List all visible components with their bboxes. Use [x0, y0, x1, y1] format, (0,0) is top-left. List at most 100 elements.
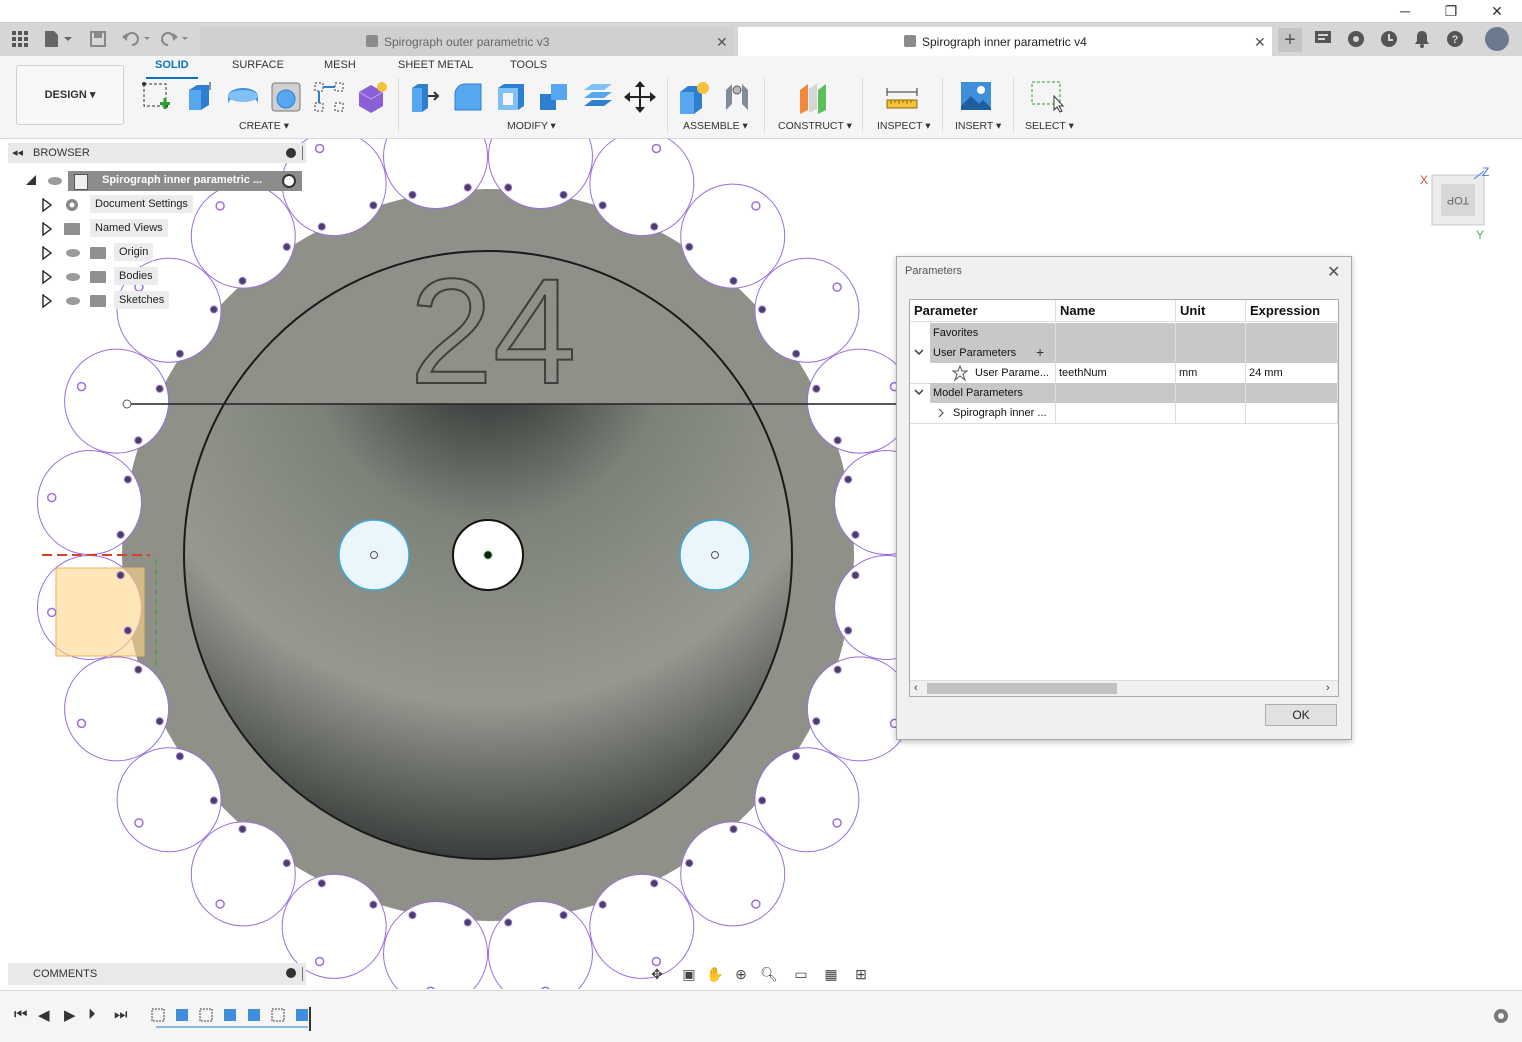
favorite-star-icon[interactable] [951, 364, 969, 384]
revolve-icon[interactable] [226, 80, 260, 114]
insert-canvas-icon[interactable] [959, 80, 993, 114]
close-dialog-icon[interactable]: ✕ [1327, 262, 1340, 282]
scrollbar-thumb[interactable] [927, 683, 1117, 694]
visibility-eye-icon[interactable] [66, 249, 80, 257]
tab-sheet-metal[interactable]: SHEET METAL [398, 59, 473, 71]
panel-grip-icon[interactable] [302, 146, 303, 160]
offset-plane-icon[interactable] [796, 80, 830, 114]
tooth-vertex-point[interactable] [175, 349, 184, 358]
table-row-model-component[interactable]: Spirograph inner ... [910, 403, 1338, 424]
tooth-vertex-point[interactable] [238, 825, 247, 834]
maximize-button[interactable]: ❐ [1428, 0, 1474, 22]
tooth-vertex-point[interactable] [792, 752, 801, 761]
sketch-center-point[interactable] [76, 381, 87, 392]
sketch-center-point[interactable] [134, 818, 144, 828]
hole-left[interactable] [338, 519, 410, 591]
tooth-vertex-point[interactable] [408, 190, 417, 199]
panel-grip-icon[interactable] [302, 967, 303, 981]
tooth-vertex-point[interactable] [123, 475, 132, 484]
history-clock-icon[interactable] [1379, 30, 1399, 50]
panel-pin-icon[interactable] [286, 148, 296, 158]
tooth-vertex-point[interactable] [123, 626, 132, 635]
tooth-vertex-point[interactable] [155, 384, 164, 393]
close-window-button[interactable]: ✕ [1474, 0, 1520, 22]
browser-root-item[interactable]: Spirograph inner parametric ... [68, 171, 302, 191]
display-settings-icon[interactable]: ▭ [790, 966, 812, 984]
tooth-vertex-point[interactable] [758, 796, 767, 805]
play-icon[interactable]: ▶︎ [64, 1006, 76, 1024]
workspace-switcher-button[interactable]: DESIGN ▾ [16, 65, 124, 125]
sketch-center-point[interactable] [47, 607, 57, 618]
tooth-vertex-point[interactable] [812, 384, 821, 393]
sketch-center-point[interactable] [215, 899, 225, 909]
tooth-vertex-point[interactable] [369, 201, 378, 210]
fillet-icon[interactable] [451, 80, 485, 114]
ok-button[interactable]: OK [1265, 704, 1337, 726]
tooth-vertex-point[interactable] [729, 825, 738, 834]
browser-item-bodies[interactable]: Bodies [114, 267, 158, 285]
tab-mesh[interactable]: MESH [324, 59, 356, 71]
tooth-vertex-point[interactable] [685, 242, 694, 251]
grid-settings-icon[interactable]: ▦ [820, 966, 842, 984]
add-comment-icon[interactable] [286, 968, 296, 978]
activate-radio[interactable] [282, 174, 296, 188]
close-tab-icon[interactable]: ✕ [716, 27, 728, 57]
sweep-icon[interactable] [269, 80, 303, 114]
new-component-icon[interactable] [677, 80, 711, 114]
tooth-vertex-point[interactable] [758, 305, 767, 314]
shell-icon[interactable] [494, 80, 528, 114]
tooth-vertex-point[interactable] [851, 530, 860, 539]
sketch-center-point[interactable] [314, 143, 325, 154]
column-header-parameter[interactable]: Parameter [910, 300, 1056, 322]
sketch-center-point[interactable] [832, 282, 842, 292]
tooth-vertex-point[interactable] [175, 752, 184, 761]
root-collapse-icon[interactable] [24, 174, 38, 189]
move-copy-icon[interactable] [623, 80, 657, 114]
tooth-vertex-point[interactable] [598, 201, 607, 210]
tooth-vertex-point[interactable] [317, 879, 326, 888]
modify-menu[interactable]: MODIFY ▾ [507, 120, 556, 132]
chevron-right-icon[interactable] [936, 407, 946, 421]
tooth-vertex-point[interactable] [650, 879, 659, 888]
pan-hand-icon[interactable]: ✋ [704, 966, 726, 984]
sketch-center-point[interactable] [76, 718, 87, 729]
column-header-name[interactable]: Name [1056, 300, 1176, 322]
column-header-unit[interactable]: Unit [1176, 300, 1246, 322]
tooth-vertex-point[interactable] [116, 571, 125, 580]
measure-icon[interactable] [885, 80, 919, 114]
tooth-vertex-point[interactable] [134, 665, 143, 674]
redo-icon[interactable] [160, 31, 190, 52]
tooth-vertex-point[interactable] [792, 349, 801, 358]
go-to-start-icon[interactable]: ⏮ [14, 1006, 28, 1023]
comments-header[interactable]: COMMENTS [8, 963, 306, 985]
insert-menu[interactable]: INSERT ▾ [955, 120, 1001, 132]
expand-arrow-icon[interactable] [42, 221, 53, 239]
inspect-menu[interactable]: INSPECT ▾ [877, 120, 931, 132]
origin-point[interactable] [483, 550, 493, 560]
table-row-favorites[interactable]: Favorites [910, 323, 1338, 343]
create-menu[interactable]: CREATE ▾ [239, 120, 289, 132]
scroll-right-icon[interactable]: › [1326, 682, 1330, 694]
sketch-center-point[interactable] [541, 986, 550, 989]
step-forward-icon[interactable]: ⏵ [88, 1006, 96, 1023]
extensions-icon[interactable] [1346, 30, 1366, 50]
table-row-user-parameters[interactable]: User Parameters + [910, 343, 1338, 363]
name-cell[interactable]: teethNum [1056, 363, 1176, 383]
sketch-center-point[interactable] [832, 818, 842, 828]
tooth-vertex-point[interactable] [851, 571, 860, 580]
add-parameter-icon[interactable]: + [1036, 344, 1044, 360]
notifications-bell-icon[interactable] [1412, 30, 1432, 50]
tooth-vertex-point[interactable] [504, 918, 513, 927]
chevron-down-icon[interactable] [914, 386, 924, 400]
joint-icon[interactable] [720, 80, 754, 114]
tooth-vertex-point[interactable] [812, 717, 821, 726]
tooth-vertex-point[interactable] [463, 183, 472, 192]
tooth-vertex-point[interactable] [504, 183, 513, 192]
tooth-vertex-point[interactable] [685, 859, 694, 868]
expression-cell[interactable]: 24 mm [1246, 363, 1338, 383]
table-row-teethnum[interactable]: User Parame... teethNum mm 24 mm [910, 363, 1338, 384]
tab-tools[interactable]: TOOLS [510, 59, 547, 71]
tooth-vertex-point[interactable] [729, 276, 738, 285]
browser-item-named-views[interactable]: Named Views [90, 219, 168, 237]
create-sketch-icon[interactable] [140, 80, 174, 114]
